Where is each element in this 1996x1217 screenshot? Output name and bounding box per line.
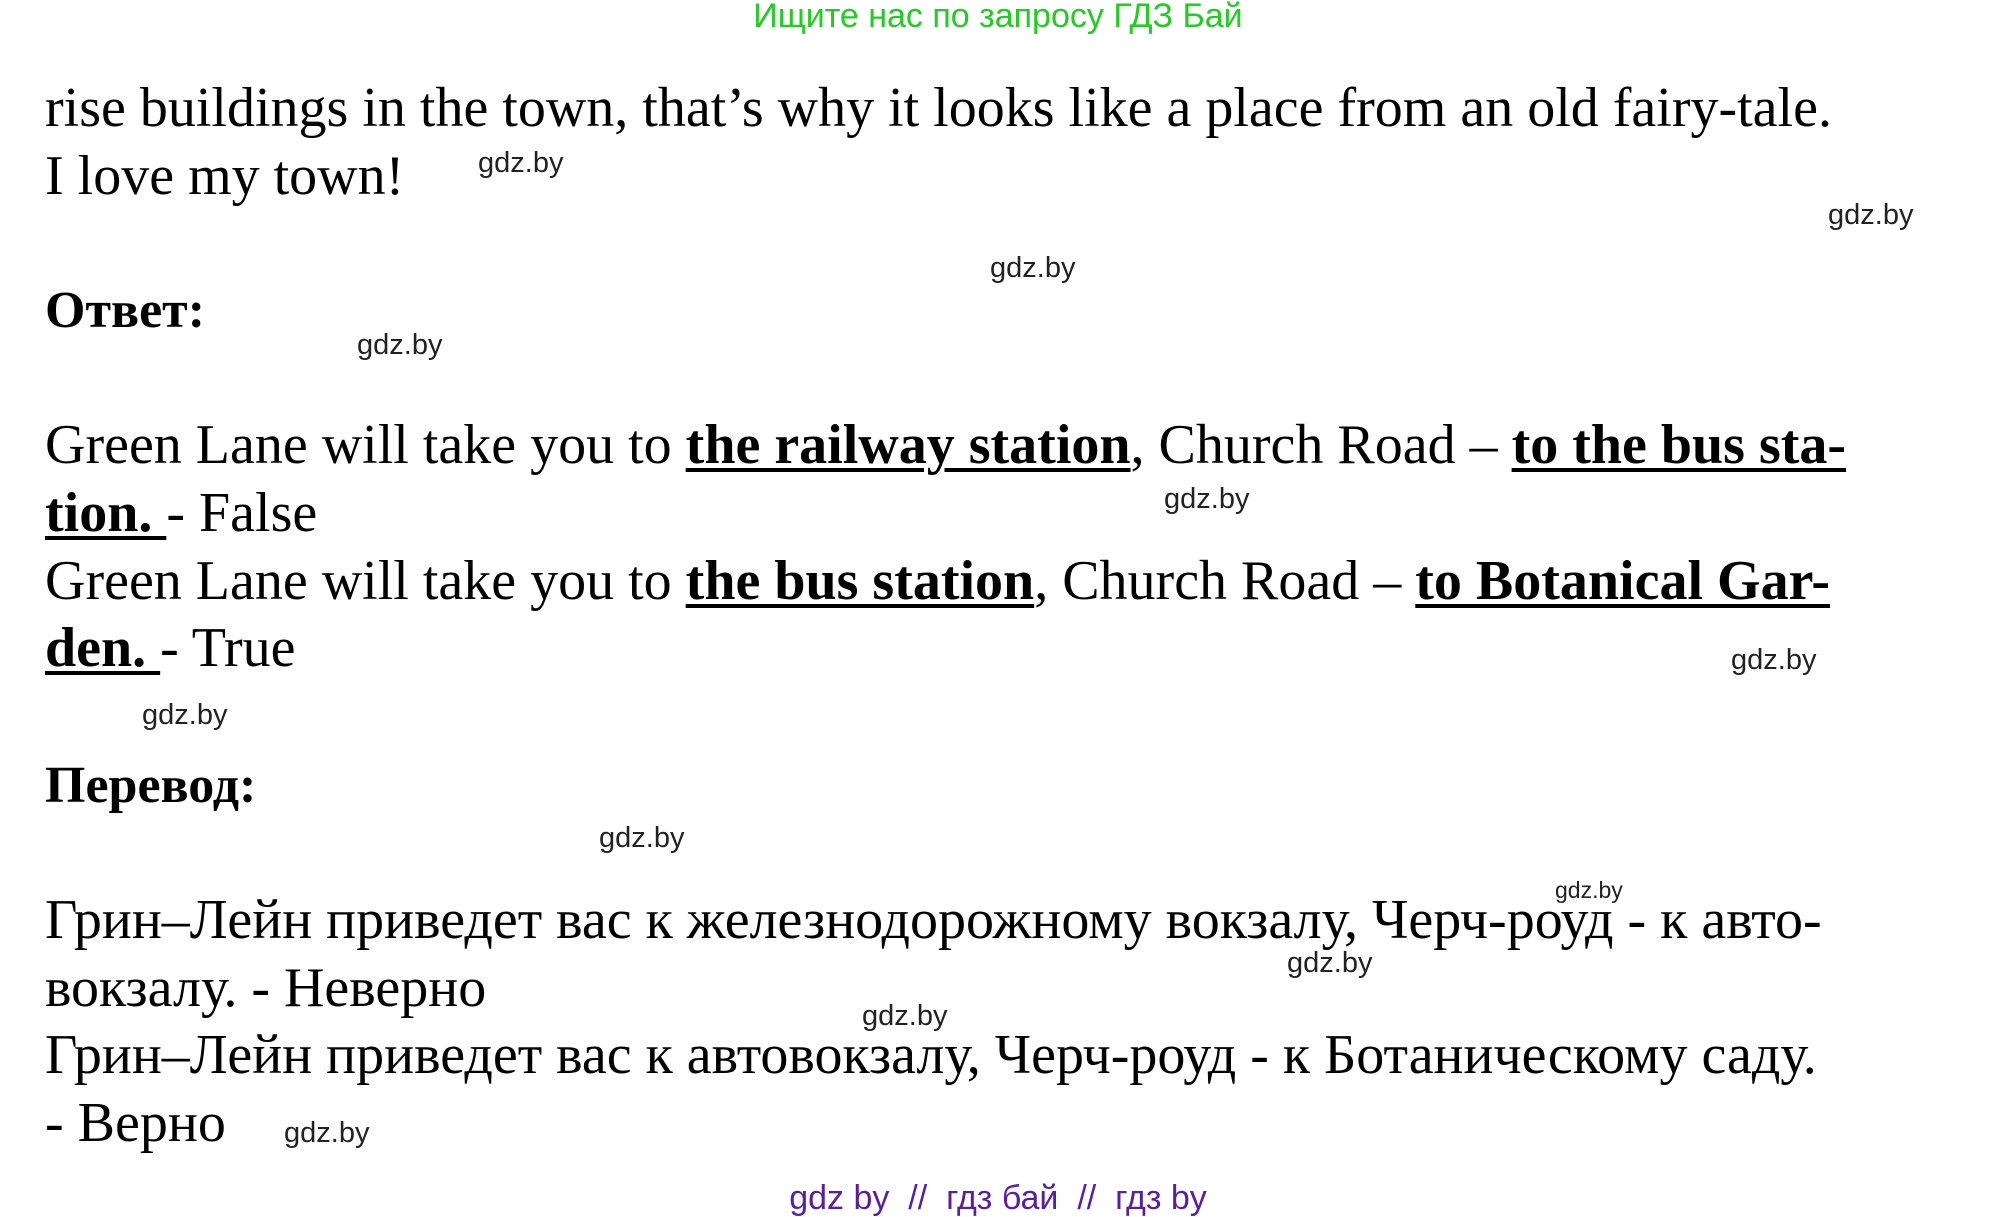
answer-2-line-2: den. - True xyxy=(45,618,296,678)
watermark: gdz.by xyxy=(284,1117,370,1149)
watermark: gdz.by xyxy=(1287,947,1373,979)
answer-1-line-2: tion. - False xyxy=(45,483,317,543)
top-banner: Ищите нас по запросу ГДЗ Бай xyxy=(753,0,1243,35)
answer-1-verdict: - False xyxy=(166,482,318,544)
watermark: gdz.by xyxy=(478,147,564,179)
translation-line-2: вокзалу. - Неверно xyxy=(45,957,487,1019)
answer-2-highlight: to Botanical Gar- xyxy=(1415,550,1831,612)
watermark: gdz.by xyxy=(357,329,443,361)
answer-1-text: , Church Road – xyxy=(1130,414,1512,476)
answer-1-text: Green Lane will take you to xyxy=(45,414,686,476)
intro-line-1: rise buildings in the town, that’s why i… xyxy=(45,77,1832,139)
answer-2-text: , Church Road – xyxy=(1034,550,1416,612)
answer-1-highlight: to the bus sta- xyxy=(1511,414,1847,476)
translation-line-4: - Верно xyxy=(45,1092,226,1154)
answer-2-highlight: den. xyxy=(45,617,161,679)
answer-2-highlight: the bus station xyxy=(685,550,1035,612)
watermark: gdz.by xyxy=(142,699,228,731)
answer-2-text: Green Lane will take you to xyxy=(45,550,686,612)
answer-1-line-1: Green Lane will take you to the railway … xyxy=(45,415,1846,475)
watermark: gdz.by xyxy=(990,252,1076,284)
intro-line-2: I love my town! xyxy=(45,145,405,207)
answer-1-highlight: tion. xyxy=(45,482,167,544)
watermark: gdz.by xyxy=(1555,877,1623,903)
translation-line-3: Грин–Лейн приведет вас к автовокзалу, Че… xyxy=(45,1024,1817,1086)
answer-1-highlight: the railway station xyxy=(685,414,1131,476)
watermark: gdz.by xyxy=(1164,483,1250,515)
watermark: gdz.by xyxy=(1828,199,1914,231)
watermark: gdz.by xyxy=(599,822,685,854)
answer-heading: Ответ: xyxy=(45,282,206,339)
answer-2-verdict: - True xyxy=(160,617,296,679)
watermark: gdz.by xyxy=(862,1000,948,1032)
translation-heading: Перевод: xyxy=(45,757,257,814)
answer-2-line-1: Green Lane will take you to the bus stat… xyxy=(45,551,1830,611)
watermark: gdz.by xyxy=(1731,644,1817,676)
